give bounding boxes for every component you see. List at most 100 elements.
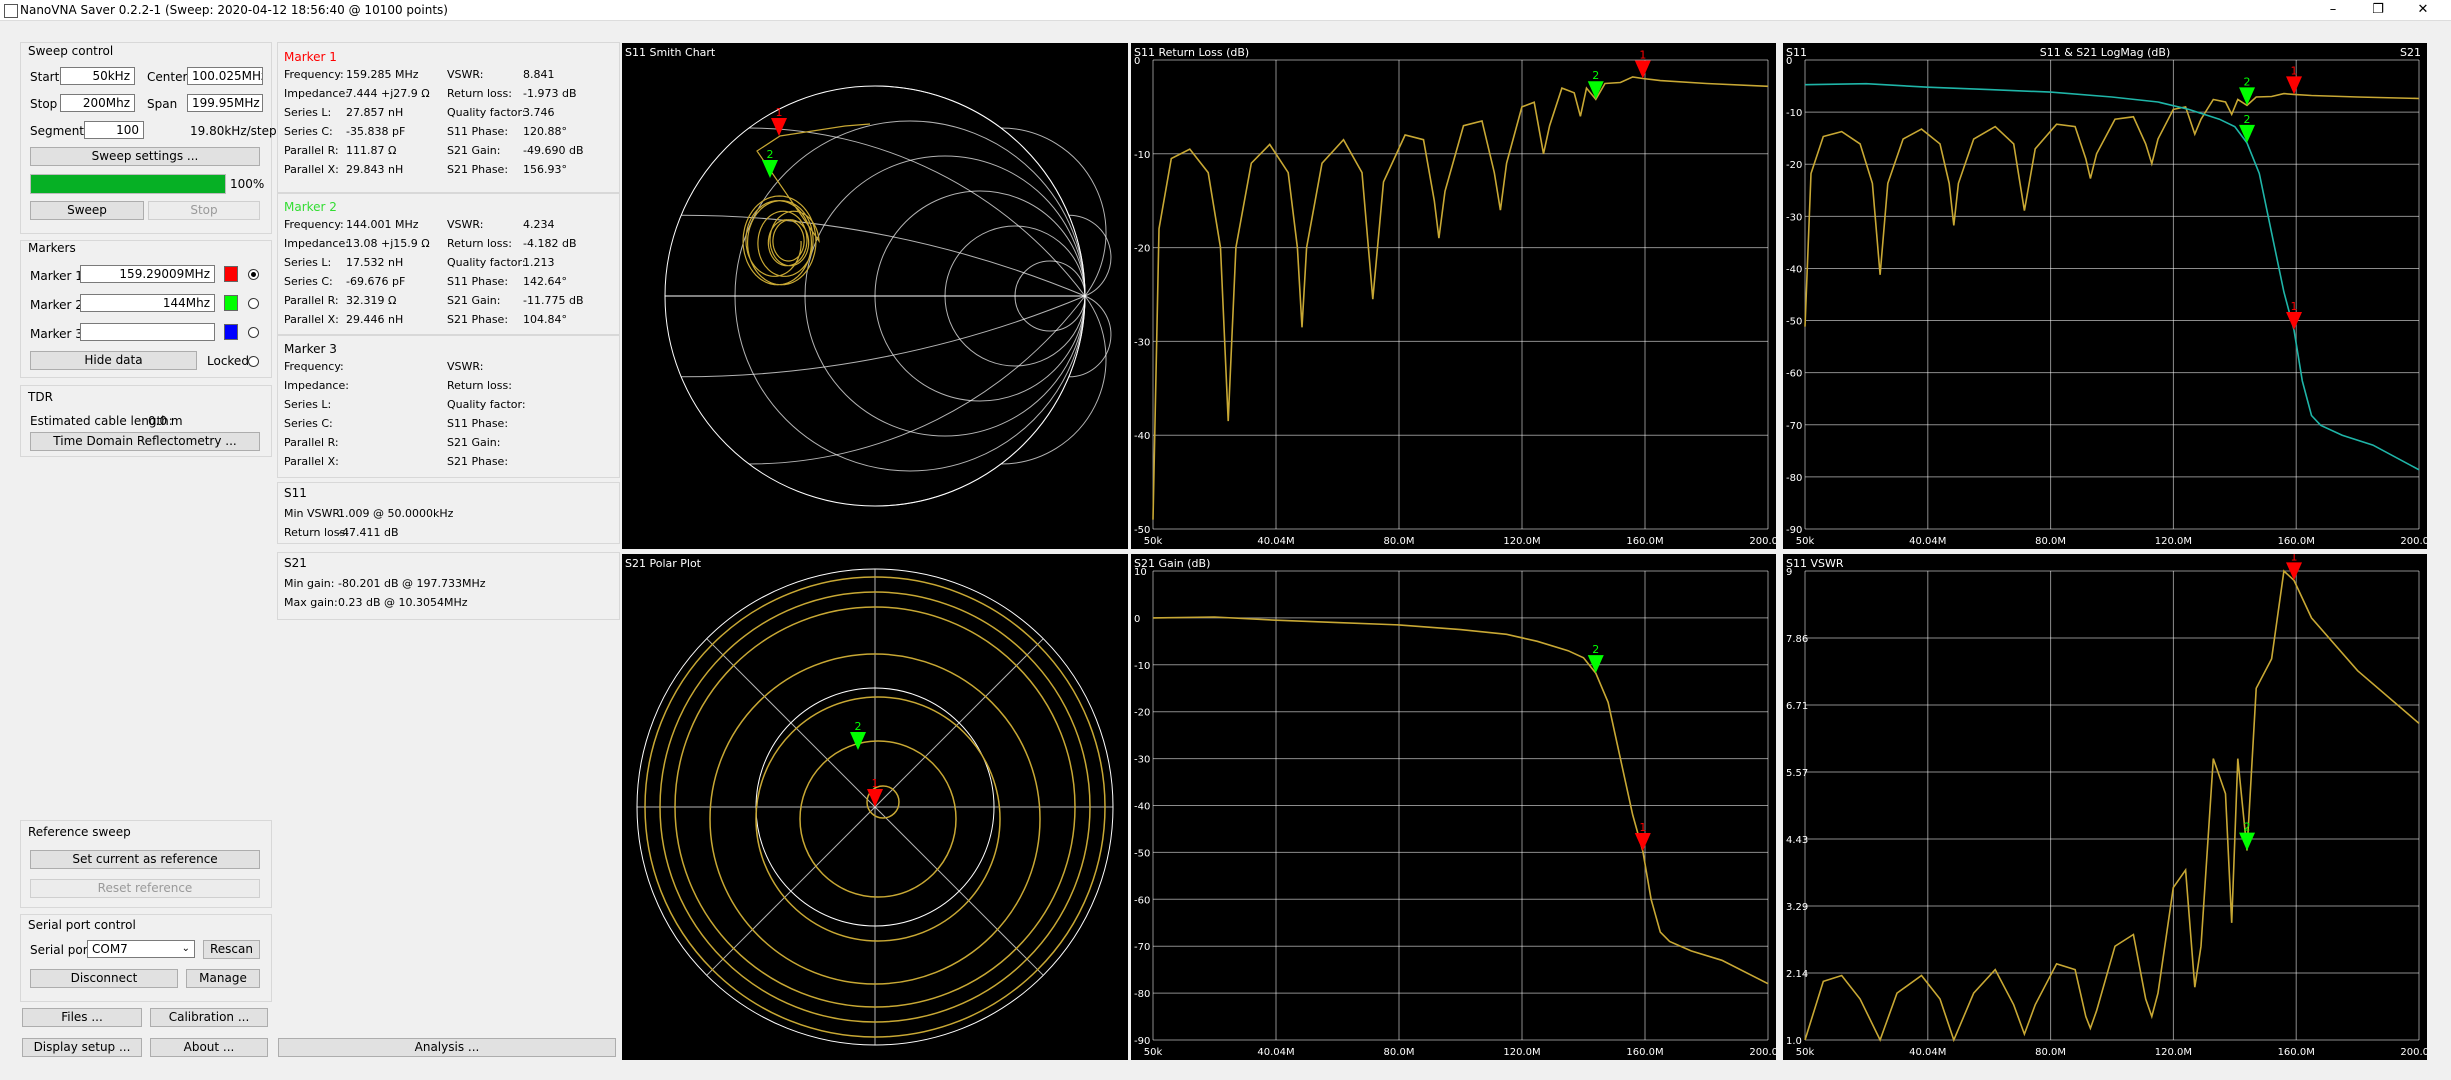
y-tick-label: -50 [1786, 317, 1802, 328]
marker1-icon [2286, 76, 2303, 95]
manage-button[interactable]: Manage [186, 969, 260, 988]
x-tick-label: 120.0M [1503, 1047, 1540, 1058]
reset-reference-button[interactable]: Reset reference [30, 879, 260, 898]
marker1-label: 1 [2291, 64, 2298, 77]
files-button[interactable]: Files ... [22, 1008, 142, 1027]
x-tick-label: 80.0M [2035, 1047, 2066, 1058]
minimize-icon[interactable]: – [2313, 0, 2353, 20]
marker2-right-label: S11 Phase: [447, 275, 509, 288]
close-icon[interactable]: ✕ [2403, 0, 2443, 20]
y-tick-label: -40 [1786, 264, 1802, 275]
step-text: 19.80kHz/step [190, 124, 277, 138]
marker2-label: 2 [2244, 75, 2251, 88]
marker2-right-value: -4.182 dB [523, 237, 577, 250]
about-button[interactable]: About ... [150, 1038, 268, 1057]
display-setup-button[interactable]: Display setup ... [22, 1038, 142, 1057]
logmag-legend-s11: S11 [1786, 46, 1807, 59]
tdr-title: TDR [28, 390, 53, 404]
marker3-color-swatch[interactable] [224, 324, 238, 340]
set-reference-button[interactable]: Set current as reference [30, 850, 260, 869]
return-loss-chart: 0-10-20-30-40-5050k 40.04M 80.0M 120.0M 160.… [1134, 48, 1776, 547]
marker3-left-label: Frequency: [284, 360, 344, 373]
marker3-right-label: Quality factor: [447, 398, 526, 411]
segments-input[interactable]: 100 [84, 121, 144, 139]
restore-icon[interactable]: ❐ [2358, 0, 2398, 20]
s21-summary-label: Max gain: [284, 596, 338, 609]
logmag-chart: 0-10-20-30-40-50-60-70-80-9050k 40.04M 80.… [1786, 56, 2427, 547]
marker1-right-value: 3.746 [523, 106, 555, 119]
sweep-settings-button[interactable]: Sweep settings ... [30, 147, 260, 166]
marker1-icon [1634, 832, 1651, 851]
marker3-frequency-input[interactable] [80, 323, 215, 341]
disconnect-button[interactable]: Disconnect [30, 969, 178, 988]
marker2-data-title: Marker 2 [284, 200, 337, 214]
locked-radio[interactable] [248, 356, 259, 367]
locked-label: Locked [207, 354, 249, 368]
marker1-icon [1634, 60, 1651, 79]
marker2-right-label: Quality factor: [447, 256, 526, 269]
trace-line [1152, 76, 1769, 520]
x-tick-label: 80.0M [2035, 536, 2066, 547]
marker2-left-value: 13.08 +j15.9 Ω [346, 237, 430, 250]
marker3-left-label: Parallel X: [284, 455, 339, 468]
marker2-left-value: 29.446 nH [346, 313, 404, 326]
smith-marker2-icon [762, 160, 778, 178]
sweep-button[interactable]: Sweep [30, 201, 144, 220]
tdr-button[interactable]: Time Domain Reflectometry ... [30, 432, 260, 451]
serial-port-select[interactable]: COM7 ⌄ [87, 940, 195, 958]
marker3-radio[interactable] [248, 327, 259, 338]
marker1-right-label: S21 Phase: [447, 163, 509, 176]
y-tick-label: -80 [1786, 473, 1802, 484]
marker2-icon [2239, 832, 2256, 851]
y-tick-label: -90 [1134, 1036, 1150, 1047]
calibration-button[interactable]: Calibration ... [150, 1008, 268, 1027]
marker2-right-label: S21 Gain: [447, 294, 501, 307]
span-input[interactable]: 199.95MHz [187, 94, 263, 112]
y-tick-label: -70 [1134, 942, 1150, 953]
stop-label: Stop [30, 97, 58, 111]
marker1-left-value: 111.87 Ω [346, 144, 397, 157]
x-tick-label: 160.0M [1626, 1047, 1663, 1058]
marker1-label: 1 [2291, 300, 2298, 313]
marker2-left-label: Series C: [284, 275, 333, 288]
start-input[interactable]: 50kHz [60, 67, 135, 85]
marker2-frequency-input[interactable]: 144Mhz [80, 294, 215, 312]
marker2-radio[interactable] [248, 298, 259, 309]
smith-reactance-arc [1000, 295, 1107, 465]
marker2-right-label: Return loss: [447, 237, 512, 250]
window-titlebar: NanoVNA Saver 0.2.2-1 (Sweep: 2020-04-12… [0, 0, 2451, 21]
span-label: Span [147, 97, 178, 111]
y-tick-label: -30 [1134, 337, 1150, 348]
marker1-radio[interactable] [248, 269, 259, 280]
y-tick-label: -50 [1134, 848, 1150, 859]
marker1-left-label: Impedance: [284, 87, 349, 100]
marker1-right-label: VSWR: [447, 68, 484, 81]
s11-summary-value: 1.009 @ 50.0000kHz [338, 507, 454, 520]
y-tick-label: -40 [1134, 431, 1150, 442]
return-loss-title: S11 Return Loss (dB) [1134, 46, 1250, 59]
analysis-button[interactable]: Analysis ... [278, 1038, 616, 1057]
marker3-right-label: VSWR: [447, 360, 484, 373]
stop-input[interactable]: 200Mhz [60, 94, 135, 112]
marker2-icon [2239, 124, 2256, 143]
marker3-data-title: Marker 3 [284, 342, 337, 356]
hide-data-button[interactable]: Hide data [30, 351, 197, 370]
marker1-label: 1 [1639, 821, 1646, 834]
start-label: Start [30, 70, 60, 84]
marker2-left-value: -69.676 pF [346, 275, 406, 288]
center-input[interactable]: 100.025MHz [187, 67, 263, 85]
x-tick-label: 50k [1796, 1047, 1815, 1058]
vswr-panel: 9 7.86 6.71 5.57 4.43 3.29 2.14 1.0 50k 40.04M 80.… [1783, 554, 2427, 1060]
x-tick-label: 120.0M [2155, 1047, 2192, 1058]
s21-summary-label: Min gain: [284, 577, 335, 590]
marker3-right-label: S21 Gain: [447, 436, 501, 449]
x-tick-label: 50k [1144, 1047, 1163, 1058]
marker2-color-swatch[interactable] [224, 295, 238, 311]
marker2-right-value: 4.234 [523, 218, 555, 231]
marker1-frequency-input[interactable]: 159.29009MHz [80, 265, 215, 283]
marker1-color-swatch[interactable] [224, 266, 238, 282]
marker2-left-label: Parallel X: [284, 313, 339, 326]
rescan-button[interactable]: Rescan [203, 940, 260, 959]
marker1-label: Marker 1 [30, 269, 83, 283]
stop-button[interactable]: Stop [148, 201, 260, 220]
